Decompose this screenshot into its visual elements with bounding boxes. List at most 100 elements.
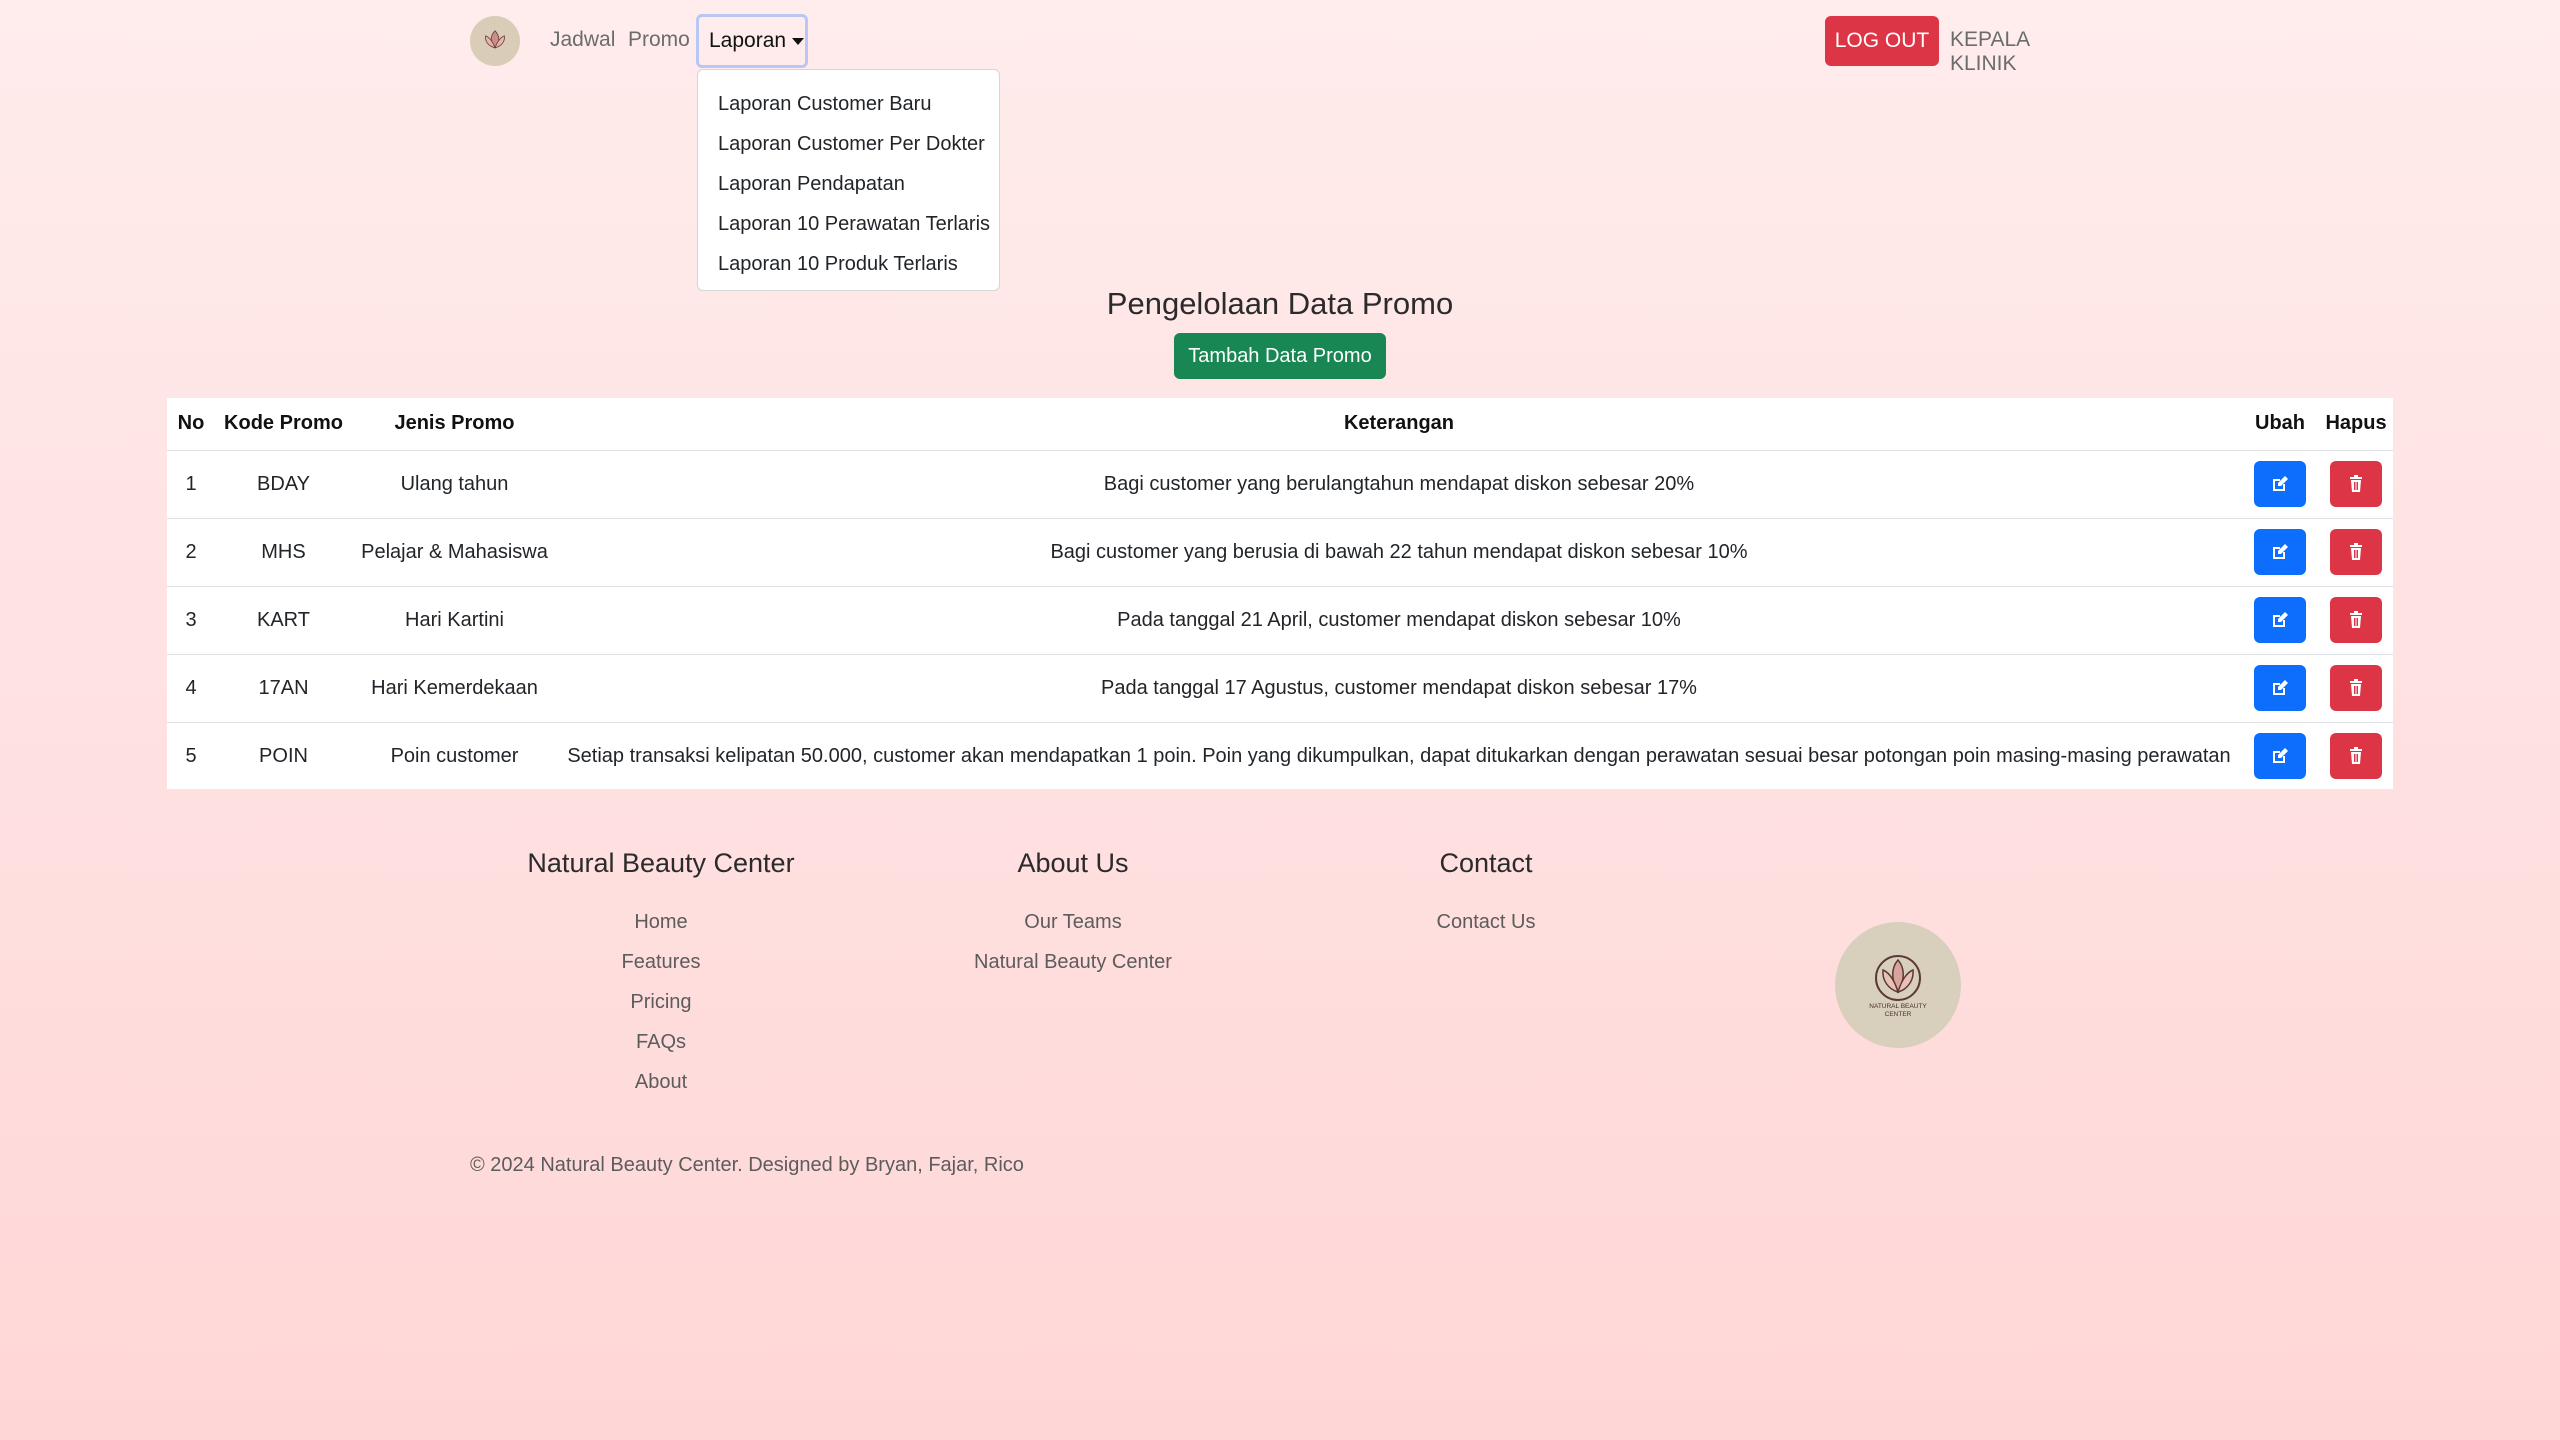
nav-laporan-dropdown-toggle[interactable]: Laporan <box>696 14 808 68</box>
footer-link-about[interactable]: About <box>520 1062 802 1102</box>
laporan-dropdown-menu: Laporan Customer Baru Laporan Customer P… <box>697 69 1000 291</box>
header-kode-promo: Kode Promo <box>215 398 352 451</box>
cell-jenis-promo: Hari Kartini <box>352 586 557 655</box>
cell-no: 4 <box>167 654 215 723</box>
table-row: 1 BDAY Ulang tahun Bagi customer yang berul… <box>167 450 2393 519</box>
page-title: Pengelolaan Data Promo <box>1106 286 1454 321</box>
delete-button[interactable] <box>2330 597 2382 643</box>
cell-kode-promo: KART <box>215 586 352 655</box>
svg-text:CENTER: CENTER <box>1885 1011 1912 1018</box>
lotus-icon <box>485 30 505 49</box>
delete-button[interactable] <box>2330 461 2382 507</box>
footer-link-faqs[interactable]: FAQs <box>520 1022 802 1062</box>
dropdown-item-customer-per-dokter[interactable]: Laporan Customer Per Dokter <box>698 124 999 164</box>
cell-no: 3 <box>167 586 215 655</box>
table-row: 4 17AN Hari Kemerdekaan Pada tanggal 17 Agu… <box>167 654 2393 723</box>
cell-kode-promo: MHS <box>215 518 352 587</box>
chevron-down-icon <box>792 37 805 45</box>
promo-table: No Kode Promo Jenis Promo Keterangan Uba… <box>167 398 2393 790</box>
nav-jadwal[interactable]: Jadwal <box>550 28 615 52</box>
footer-logo: NATURAL BEAUTY CENTER <box>1835 922 1961 1048</box>
svg-text:NATURAL BEAUTY: NATURAL BEAUTY <box>1869 1003 1927 1010</box>
edit-icon <box>2273 680 2288 695</box>
trash-icon <box>2350 475 2362 492</box>
cell-ubah <box>2241 654 2319 723</box>
user-role-label: KEPALA KLINIK <box>1950 28 2029 75</box>
delete-button[interactable] <box>2330 733 2382 780</box>
table-row: 5 POIN Poin customer Setiap transaksi kelip… <box>167 722 2393 790</box>
cell-hapus <box>2319 518 2393 587</box>
copyright-text: © 2024 Natural Beauty Center. Designed b… <box>470 1154 1024 1176</box>
footer-col-contact: Contact Contact Us <box>1400 848 1572 942</box>
cell-keterangan: Bagi customer yang berusia di bawah 22 t… <box>557 518 2241 587</box>
trash-icon <box>2350 611 2362 628</box>
header-ubah: Ubah <box>2241 398 2319 451</box>
cell-keterangan: Pada tanggal 21 April, customer mendapat… <box>557 586 2241 655</box>
cell-kode-promo: BDAY <box>215 450 352 519</box>
dropdown-item-pendapatan[interactable]: Laporan Pendapatan <box>698 164 999 204</box>
cell-no: 2 <box>167 518 215 587</box>
brand-logo-icon[interactable] <box>470 16 520 66</box>
edit-button[interactable] <box>2254 529 2306 575</box>
cell-jenis-promo: Ulang tahun <box>352 450 557 519</box>
edit-button[interactable] <box>2254 733 2306 780</box>
trash-icon <box>2350 543 2362 560</box>
nav-promo[interactable]: Promo <box>628 28 690 52</box>
footer-link-our-teams[interactable]: Our Teams <box>946 902 1200 942</box>
footer-col-brand: Natural Beauty Center Home Features Pric… <box>520 848 802 1102</box>
trash-icon <box>2350 679 2362 696</box>
dropdown-item-produk-terlaris[interactable]: Laporan 10 Produk Terlaris <box>698 244 999 284</box>
footer-link-features[interactable]: Features <box>520 942 802 982</box>
cell-hapus <box>2319 722 2393 790</box>
trash-icon <box>2350 747 2362 765</box>
cell-jenis-promo: Hari Kemerdekaan <box>352 654 557 723</box>
nav-laporan-label: Laporan <box>709 29 787 52</box>
cell-kode-promo: 17AN <box>215 654 352 723</box>
footer-link-nbc[interactable]: Natural Beauty Center <box>946 942 1200 982</box>
cell-ubah <box>2241 450 2319 519</box>
delete-button[interactable] <box>2330 529 2382 575</box>
footer-link-pricing[interactable]: Pricing <box>520 982 802 1022</box>
lotus-logo-icon: NATURAL BEAUTY CENTER <box>1869 955 1927 1018</box>
header-jenis-promo: Jenis Promo <box>352 398 557 451</box>
edit-button[interactable] <box>2254 461 2306 507</box>
edit-icon <box>2273 748 2288 764</box>
cell-jenis-promo: Pelajar & Mahasiswa <box>352 518 557 587</box>
cell-kode-promo: POIN <box>259 744 308 767</box>
edit-icon <box>2273 476 2288 491</box>
cell-hapus <box>2319 654 2393 723</box>
footer-contact-title: Contact <box>1439 848 1533 878</box>
footer-link-contact-us[interactable]: Contact Us <box>1400 902 1572 942</box>
footer-col-about: About Us Our Teams Natural Beauty Center <box>946 848 1200 982</box>
promo-table-container: No Kode Promo Jenis Promo Keterangan Uba… <box>167 398 2393 789</box>
cell-no: 5 <box>185 744 197 767</box>
edit-icon <box>2273 612 2288 627</box>
header-keterangan: Keterangan <box>557 398 2241 451</box>
table-row: 3 KART Hari Kartini Pada tanggal 21 April, … <box>167 586 2393 655</box>
cell-keterangan: Pada tanggal 17 Agustus, customer mendap… <box>557 654 2241 723</box>
cell-no: 1 <box>167 450 215 519</box>
footer-brand-title: Natural Beauty Center <box>527 848 795 878</box>
cell-ubah <box>2241 586 2319 655</box>
cell-hapus <box>2319 586 2393 655</box>
delete-button[interactable] <box>2330 665 2382 711</box>
add-promo-button[interactable]: Tambah Data Promo <box>1174 333 1386 379</box>
edit-button[interactable] <box>2254 597 2306 643</box>
top-navbar: Jadwal Promo Laporan LOG OUT KEPALA KLIN… <box>470 14 2090 75</box>
cell-hapus <box>2319 450 2393 519</box>
edit-icon <box>2273 544 2288 559</box>
cell-ubah <box>2241 722 2319 790</box>
dropdown-item-perawatan-terlaris[interactable]: Laporan 10 Perawatan Terlaris <box>698 204 999 244</box>
logout-button[interactable]: LOG OUT <box>1825 16 1939 66</box>
dropdown-item-customer-baru[interactable]: Laporan Customer Baru <box>698 84 999 124</box>
cell-keterangan: Setiap transaksi kelipatan 50.000, custo… <box>567 744 2231 767</box>
table-header-row: No Kode Promo Jenis Promo Keterangan Uba… <box>167 398 2393 451</box>
cell-keterangan: Bagi customer yang berulangtahun mendapa… <box>557 450 2241 519</box>
footer-link-home[interactable]: Home <box>520 902 802 942</box>
header-hapus: Hapus <box>2319 398 2393 451</box>
edit-button[interactable] <box>2254 665 2306 711</box>
cell-jenis-promo: Poin customer <box>390 744 519 767</box>
table-row: 2 MHS Pelajar & Mahasiswa Bagi customer yan… <box>167 518 2393 587</box>
footer-about-title: About Us <box>1017 848 1129 878</box>
cell-ubah <box>2241 518 2319 587</box>
